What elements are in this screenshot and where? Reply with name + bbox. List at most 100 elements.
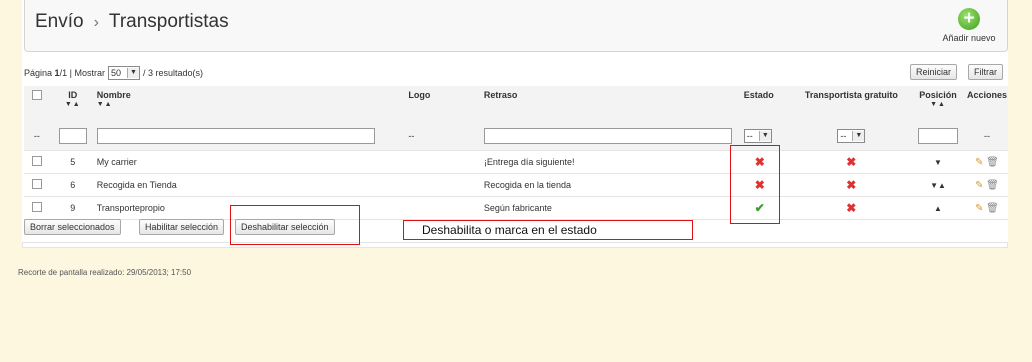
carrier-delay: Recogida en la tienda bbox=[482, 173, 743, 197]
trash-icon[interactable]: 🗑 bbox=[986, 203, 999, 214]
carrier-position[interactable]: ▼ bbox=[910, 150, 966, 174]
total-pages: 1 bbox=[62, 68, 68, 78]
edit-icon[interactable]: ✎ bbox=[975, 157, 983, 168]
delete-selected-button[interactable]: Borrar seleccionados bbox=[24, 219, 121, 235]
edit-icon[interactable]: ✎ bbox=[975, 180, 983, 191]
row-checkbox[interactable] bbox=[31, 156, 42, 166]
logo-filter-dash: -- bbox=[407, 121, 483, 151]
carrier-free: ✖ bbox=[792, 196, 911, 220]
reset-button[interactable]: Reiniciar bbox=[910, 64, 958, 80]
pagination-label: Página bbox=[24, 68, 53, 78]
carrier-name: Recogida en Tienda bbox=[95, 173, 408, 197]
carrier-free: ✖ bbox=[792, 173, 911, 197]
column-free: Transportista gratuito bbox=[792, 86, 911, 121]
carrier-position[interactable]: ▼▲ bbox=[910, 173, 966, 197]
annotation-note: Deshabilita o marca en el estado bbox=[403, 220, 693, 240]
name-filter-input[interactable] bbox=[96, 127, 375, 144]
position-arrow-icon[interactable]: ▼ bbox=[934, 158, 942, 167]
filter-button[interactable]: Filtrar bbox=[968, 64, 1003, 80]
breadcrumb-section[interactable]: Envío bbox=[35, 11, 84, 32]
cross-icon[interactable]: ✖ bbox=[846, 201, 856, 215]
row-actions: ✎ 🗑 bbox=[965, 150, 1008, 174]
free-filter-value: -- bbox=[840, 130, 847, 141]
sort-icon[interactable]: ▼▲ bbox=[51, 100, 95, 110]
select-all-header bbox=[24, 86, 50, 121]
status-filter-value: -- bbox=[746, 130, 753, 141]
status-filter-select[interactable]: -- ▼ bbox=[743, 128, 772, 143]
breadcrumb-separator-icon: › bbox=[93, 14, 99, 31]
column-position: Posición ▼▲ bbox=[910, 86, 966, 121]
chevron-down-icon: ▼ bbox=[758, 130, 771, 141]
column-actions: Acciones bbox=[965, 86, 1008, 121]
column-actions-label: Acciones bbox=[966, 90, 1007, 100]
table-row: 6 Recogida en Tienda Recogida en la tienda… bbox=[24, 173, 1008, 197]
row-actions: ✎ 🗑 bbox=[965, 173, 1008, 197]
id-filter-input[interactable] bbox=[58, 127, 87, 144]
page-size-value: 50 bbox=[110, 68, 121, 78]
status-highlight-box bbox=[730, 145, 780, 224]
position-arrow-icon[interactable]: ▼▲ bbox=[930, 181, 946, 190]
breadcrumb: Envío › Transportistas bbox=[35, 11, 229, 33]
column-name-label: Nombre bbox=[96, 90, 131, 100]
show-label: | Mostrar bbox=[69, 68, 105, 78]
table-body: 5 My carrier ¡Entrega día siguiente! ✖ ✖ ▼ ✎ 🗑… bbox=[24, 150, 1008, 220]
carrier-delay: ¡Entrega día siguiente! bbox=[482, 150, 743, 174]
capture-timestamp: Recorte de pantalla realizado: 29/05/201… bbox=[18, 268, 192, 277]
filter-dash: -- bbox=[24, 121, 50, 151]
carrier-position[interactable]: ▲ bbox=[910, 196, 966, 220]
column-position-label: Posición bbox=[919, 90, 957, 100]
cross-icon[interactable]: ✖ bbox=[846, 155, 856, 169]
column-id-label: ID bbox=[68, 90, 78, 100]
row-checkbox[interactable] bbox=[31, 202, 42, 212]
actions-filter-dash: -- bbox=[965, 121, 1008, 151]
carrier-id: 5 bbox=[49, 150, 96, 174]
filter-row: -- -- -- ▼ -- ▼ -- bbox=[24, 121, 1008, 151]
cross-icon[interactable]: ✖ bbox=[846, 178, 856, 192]
carriers-table: ID ▼▲ Nombre ▼▲ Logo Retraso Estado Transp… bbox=[24, 86, 1008, 220]
admin-page: Envío › Transportistas + Añadir nuevo Pági… bbox=[22, 0, 1008, 248]
table-row: 5 My carrier ¡Entrega día siguiente! ✖ ✖ ▼ ✎ 🗑 bbox=[24, 150, 1008, 174]
add-new-button[interactable]: + Añadir nuevo bbox=[941, 8, 997, 43]
edit-icon[interactable]: ✎ bbox=[975, 203, 983, 214]
row-actions: ✎ 🗑 bbox=[965, 196, 1008, 220]
carrier-id: 6 bbox=[49, 173, 96, 197]
free-filter-select[interactable]: -- ▼ bbox=[837, 128, 866, 143]
chevron-down-icon: ▼ bbox=[126, 68, 139, 78]
column-logo-label: Logo bbox=[408, 90, 431, 100]
column-delay-label: Retraso bbox=[483, 90, 518, 100]
carrier-logo bbox=[407, 150, 483, 174]
row-checkbox[interactable] bbox=[31, 179, 42, 189]
column-name: Nombre ▼▲ bbox=[95, 86, 408, 121]
table-row: 9 Transportepropio Según fabricante ✔ ✖ ▲ ✎ 🗑 bbox=[24, 196, 1008, 220]
column-logo: Logo bbox=[407, 86, 483, 121]
position-arrow-icon[interactable]: ▲ bbox=[934, 204, 942, 213]
page-size-select[interactable]: 50 ▼ bbox=[107, 66, 140, 80]
column-status-label: Estado bbox=[743, 90, 774, 100]
trash-icon[interactable]: 🗑 bbox=[986, 157, 999, 168]
page-header: Envío › Transportistas + Añadir nuevo bbox=[24, 0, 1008, 52]
delay-filter-input[interactable] bbox=[483, 127, 732, 144]
disable-button-highlight-box bbox=[230, 205, 360, 245]
column-id: ID ▼▲ bbox=[49, 86, 96, 121]
trash-icon[interactable]: 🗑 bbox=[986, 180, 999, 191]
carrier-name: My carrier bbox=[95, 150, 408, 174]
sort-icon[interactable]: ▼▲ bbox=[97, 100, 407, 110]
carrier-delay: Según fabricante bbox=[482, 196, 743, 220]
position-filter-input[interactable] bbox=[918, 127, 958, 144]
carrier-logo bbox=[407, 196, 483, 220]
enable-selected-button[interactable]: Habilitar selección bbox=[139, 219, 225, 235]
table-header-row: ID ▼▲ Nombre ▼▲ Logo Retraso Estado Transp… bbox=[24, 86, 1008, 121]
carrier-free: ✖ bbox=[792, 150, 911, 174]
page-title: Transportistas bbox=[108, 11, 229, 32]
chevron-down-icon: ▼ bbox=[852, 130, 865, 141]
carrier-id: 9 bbox=[49, 196, 96, 220]
select-all-checkbox[interactable] bbox=[31, 90, 42, 100]
pagination: Página 1 / 1 | Mostrar 50 ▼ / 3 resultado… bbox=[24, 66, 203, 80]
footer-divider bbox=[22, 242, 1008, 248]
results-count: / 3 resultado(s) bbox=[142, 68, 203, 78]
add-new-label: Añadir nuevo bbox=[942, 33, 996, 43]
column-status: Estado bbox=[742, 86, 793, 121]
sort-icon[interactable]: ▼▲ bbox=[911, 100, 965, 110]
column-delay: Retraso bbox=[482, 86, 743, 121]
carrier-logo bbox=[407, 173, 483, 197]
